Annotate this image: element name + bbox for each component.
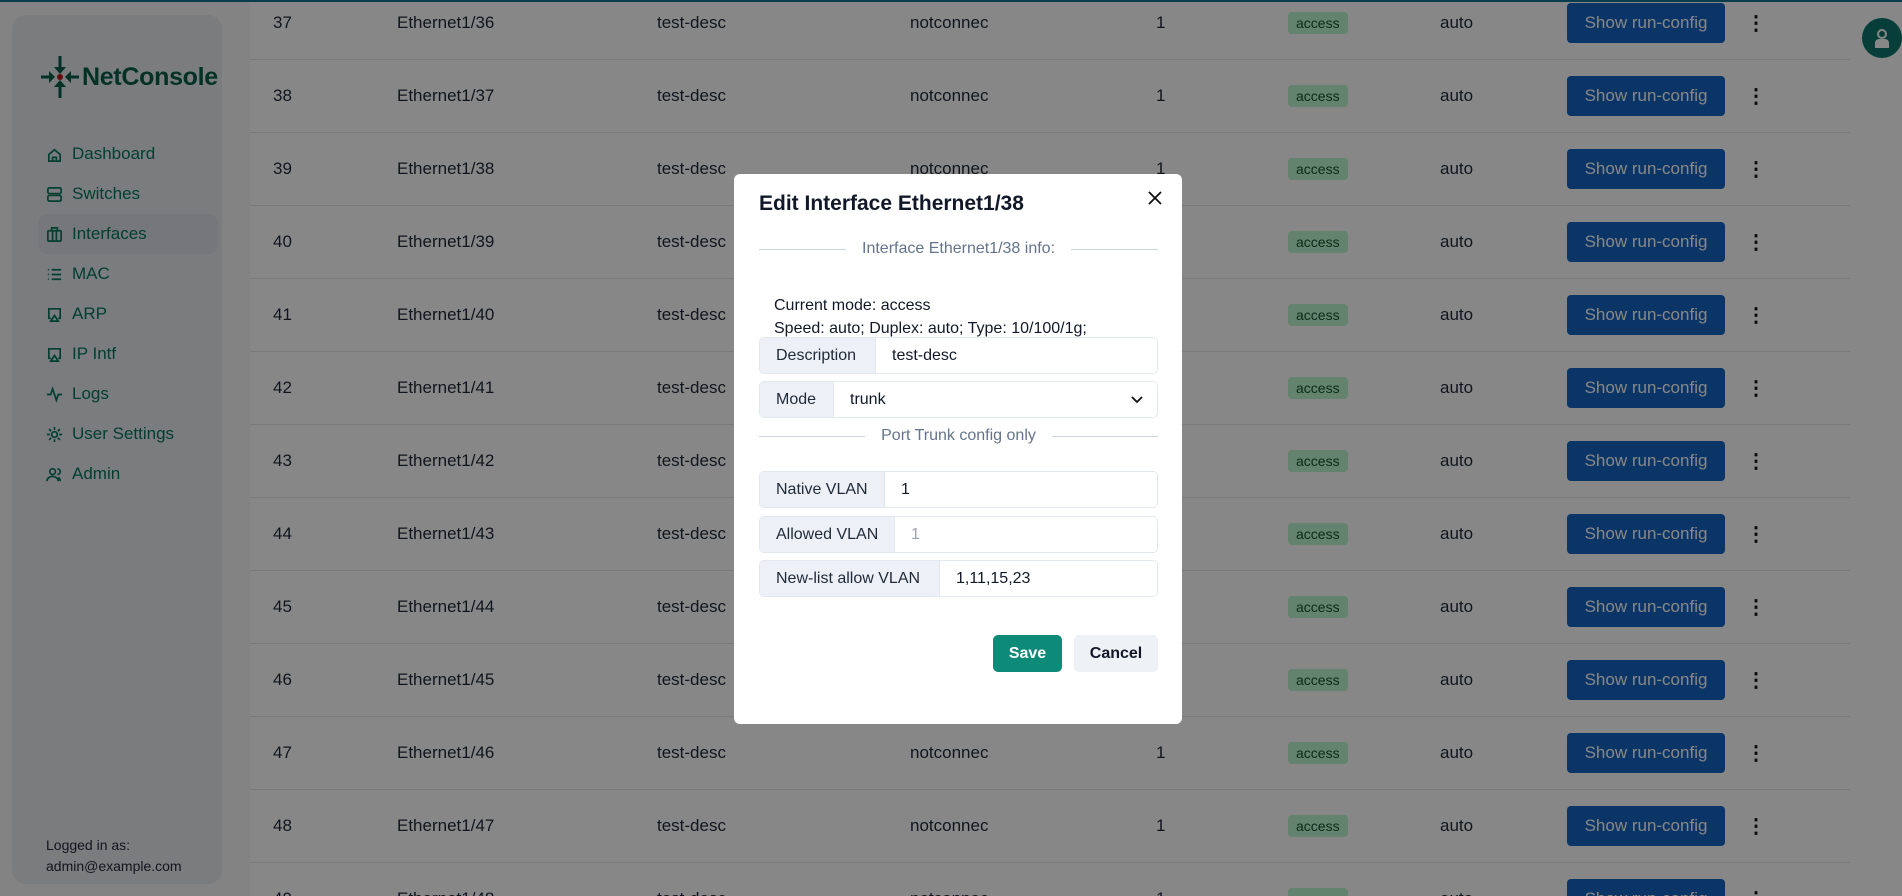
- allowed-vlan-input[interactable]: 1: [895, 517, 1157, 552]
- description-label: Description: [760, 338, 876, 373]
- newlist-vlan-label: New-list allow VLAN: [760, 561, 940, 596]
- close-icon[interactable]: [1145, 188, 1165, 208]
- native-vlan-input[interactable]: 1: [885, 472, 1157, 507]
- info-heading: Interface Ethernet1/38 info:: [862, 240, 1056, 257]
- description-input[interactable]: test-desc: [876, 338, 1157, 373]
- allowed-vlan-field: Allowed VLAN 1: [759, 516, 1158, 553]
- mode-field: Mode trunk: [759, 381, 1158, 418]
- modal-title: Edit Interface Ethernet1/38: [759, 192, 1024, 215]
- mode-value: trunk: [850, 390, 886, 408]
- native-vlan-field: Native VLAN 1: [759, 471, 1158, 508]
- save-button[interactable]: Save: [993, 635, 1062, 672]
- mode-select[interactable]: trunk: [834, 382, 1157, 417]
- chevron-down-icon: [1131, 395, 1143, 403]
- newlist-vlan-input[interactable]: 1,11,15,23: [940, 561, 1157, 596]
- mode-label: Mode: [760, 382, 834, 417]
- trunk-divider: Port Trunk config only: [759, 427, 1158, 445]
- allowed-vlan-label: Allowed VLAN: [760, 517, 895, 552]
- cancel-button[interactable]: Cancel: [1074, 635, 1158, 672]
- interface-info: Current mode: access Speed: auto; Duplex…: [774, 294, 1087, 340]
- newlist-vlan-field: New-list allow VLAN 1,11,15,23: [759, 560, 1158, 597]
- trunk-heading: Port Trunk config only: [881, 427, 1036, 444]
- edit-interface-modal: Edit Interface Ethernet1/38 Interface Et…: [734, 174, 1182, 724]
- info-divider: Interface Ethernet1/38 info:: [759, 240, 1158, 258]
- native-vlan-label: Native VLAN: [760, 472, 885, 507]
- description-field: Description test-desc: [759, 337, 1158, 374]
- current-mode: Current mode: access: [774, 297, 931, 314]
